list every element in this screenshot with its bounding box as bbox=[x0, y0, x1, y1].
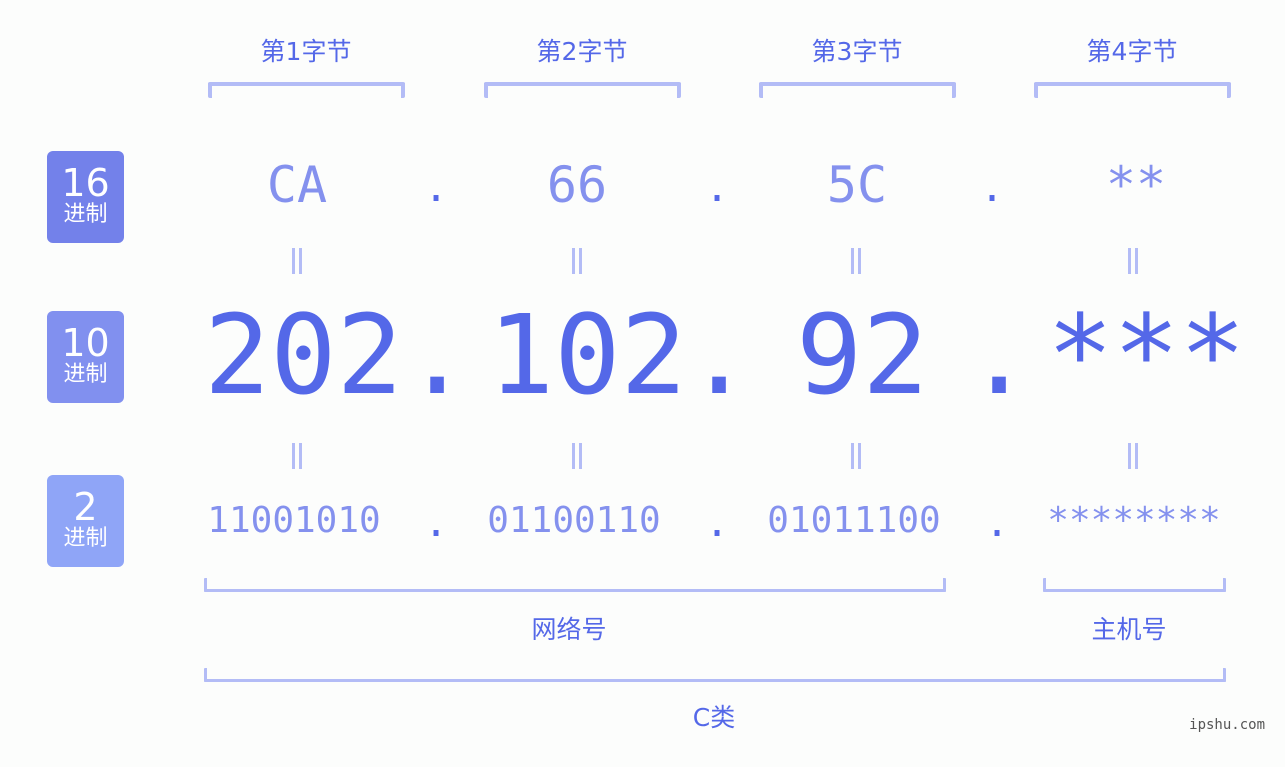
bin-byte-2: 01100110 bbox=[487, 500, 661, 541]
byte-bracket-3 bbox=[759, 82, 956, 98]
equals-icon bbox=[572, 248, 582, 274]
dec-separator-1: . bbox=[404, 291, 471, 419]
badge-dec: 10 进制 bbox=[47, 311, 124, 403]
equals-icon bbox=[292, 248, 302, 274]
bin-byte-3: 01011100 bbox=[767, 500, 941, 541]
equals-icon bbox=[1128, 248, 1138, 274]
network-bracket bbox=[204, 578, 946, 592]
badge-hex-unit: 进制 bbox=[63, 202, 108, 227]
host-label: 主机号 bbox=[1091, 615, 1167, 644]
byte-bracket-2 bbox=[484, 82, 681, 98]
network-label: 网络号 bbox=[531, 615, 607, 644]
hex-byte-4: ** bbox=[1105, 156, 1167, 214]
hex-separator-2: . bbox=[705, 165, 730, 211]
badge-hex: 16 进制 bbox=[47, 151, 124, 243]
dec-byte-4: *** bbox=[1047, 291, 1246, 419]
host-bracket bbox=[1043, 578, 1226, 592]
watermark: ipshu.com bbox=[1189, 717, 1265, 733]
hex-separator-1: . bbox=[424, 165, 449, 211]
dec-byte-3: 92 bbox=[796, 291, 929, 419]
hex-byte-3: 5C bbox=[826, 156, 888, 214]
bin-byte-4: ******** bbox=[1047, 500, 1221, 541]
dec-byte-2: 102 bbox=[488, 291, 687, 419]
class-label: C类 bbox=[692, 703, 736, 732]
byte-label-1: 第1字节 bbox=[260, 37, 352, 66]
dec-byte-1: 202 bbox=[204, 291, 403, 419]
badge-dec-unit: 进制 bbox=[63, 362, 108, 387]
class-bracket bbox=[204, 668, 1226, 682]
equals-icon bbox=[851, 248, 861, 274]
equals-icon bbox=[572, 443, 582, 469]
byte-bracket-4 bbox=[1034, 82, 1231, 98]
badge-bin-num: 2 bbox=[73, 485, 98, 529]
hex-byte-2: 66 bbox=[546, 156, 608, 214]
dec-separator-3: . bbox=[966, 291, 1033, 419]
hex-byte-1: CA bbox=[266, 156, 328, 214]
dec-separator-2: . bbox=[686, 291, 753, 419]
bin-separator-1: . bbox=[424, 500, 449, 546]
bin-separator-2: . bbox=[705, 500, 730, 546]
bin-separator-3: . bbox=[985, 500, 1010, 546]
byte-label-3: 第3字节 bbox=[811, 37, 903, 66]
badge-bin: 2 进制 bbox=[47, 475, 124, 567]
badge-bin-unit: 进制 bbox=[63, 526, 108, 551]
badge-hex-num: 16 bbox=[61, 161, 110, 205]
byte-label-4: 第4字节 bbox=[1086, 37, 1178, 66]
bin-byte-1: 11001010 bbox=[207, 500, 381, 541]
byte-bracket-1 bbox=[208, 82, 405, 98]
equals-icon bbox=[292, 443, 302, 469]
equals-icon bbox=[1128, 443, 1138, 469]
badge-dec-num: 10 bbox=[61, 321, 110, 365]
equals-icon bbox=[851, 443, 861, 469]
hex-separator-3: . bbox=[980, 165, 1005, 211]
byte-label-2: 第2字节 bbox=[536, 37, 628, 66]
